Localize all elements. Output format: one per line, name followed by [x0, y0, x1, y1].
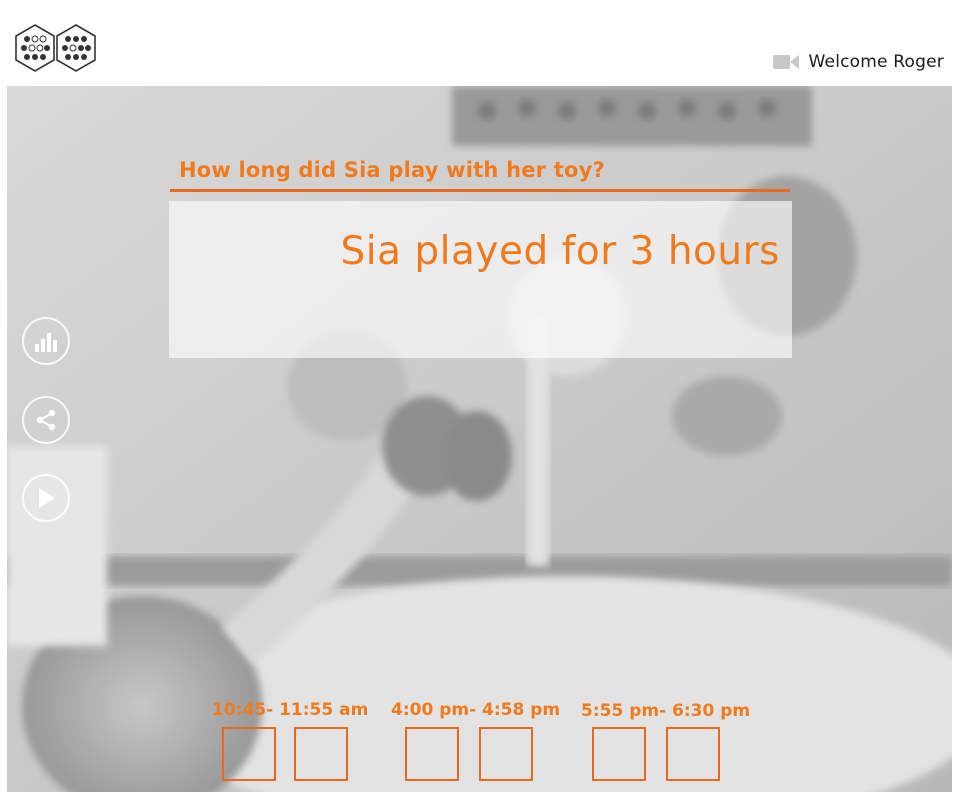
time-slot-end-box[interactable] — [479, 727, 533, 781]
answer-panel: Sia played for 3 hours — [169, 201, 792, 358]
share-button[interactable] — [22, 396, 70, 444]
bar-chart-icon — [35, 333, 57, 352]
time-slot-label: 4:00 pm- 4:58 pm — [391, 700, 561, 720]
page: Welcome Roger How long did Sia play with… — [0, 0, 960, 800]
logo-icon[interactable] — [14, 24, 98, 74]
time-slot-end-box[interactable] — [294, 727, 348, 781]
welcome-text: Welcome Roger — [808, 52, 944, 72]
time-slot-label: 5:55 pm- 6:30 pm — [581, 701, 751, 721]
hero-stage: How long did Sia play with her toy? Sia … — [7, 86, 952, 792]
header: Welcome Roger — [0, 0, 960, 86]
time-slot-start-box[interactable] — [592, 727, 646, 781]
time-slot-start-box[interactable] — [222, 727, 276, 781]
play-button[interactable] — [22, 474, 70, 522]
play-icon — [39, 488, 55, 508]
time-slot-start-box[interactable] — [405, 727, 459, 781]
time-slot-end-box[interactable] — [666, 727, 720, 781]
question-title: How long did Sia play with her toy? — [179, 158, 605, 182]
share-icon — [36, 409, 56, 431]
welcome-area: Welcome Roger — [772, 52, 944, 72]
time-slot-label: 10:45- 11:55 am — [212, 700, 369, 720]
video-camera-icon[interactable] — [772, 53, 799, 71]
answer-text: Sia played for 3 hours — [340, 229, 780, 274]
stats-button[interactable] — [22, 317, 70, 365]
question-divider — [170, 189, 790, 192]
